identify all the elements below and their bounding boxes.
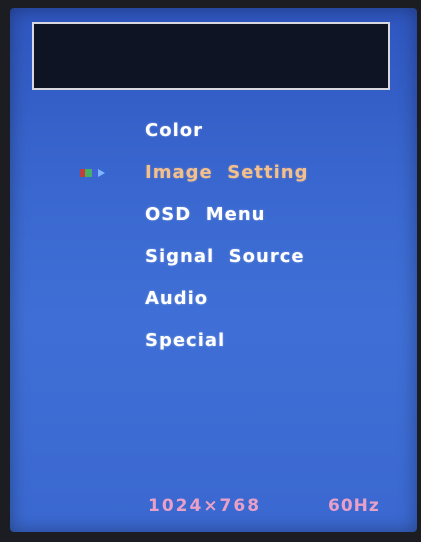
menu-item-audio[interactable]: Audio [10,278,417,320]
menu-item-label: OSD Menu [145,204,266,225]
osd-main-menu: Color Image Setting OSD Menu Signal Sour… [10,110,417,362]
menu-item-label: Signal Source [145,246,305,267]
menu-item-label: Audio [145,288,209,309]
arrow-pointer-icon [80,169,105,177]
menu-item-signal-source[interactable]: Signal Source [10,236,417,278]
menu-item-label: Special [145,330,226,351]
menu-item-label: Color [145,120,203,141]
menu-item-color[interactable]: Color [10,110,417,152]
menu-item-image-setting[interactable]: Image Setting [10,152,417,194]
osd-menu-screen: Color Image Setting OSD Menu Signal Sour… [10,8,417,532]
menu-item-osd-menu[interactable]: OSD Menu [10,194,417,236]
menu-item-label: Image Setting [145,162,309,183]
resolution-readout: 1024×768 [148,496,262,516]
osd-header-box [32,22,390,90]
refresh-rate-readout: 60Hz [328,496,380,516]
osd-status-bar: 1024×768 60Hz [10,496,417,524]
menu-item-special[interactable]: Special [10,320,417,362]
